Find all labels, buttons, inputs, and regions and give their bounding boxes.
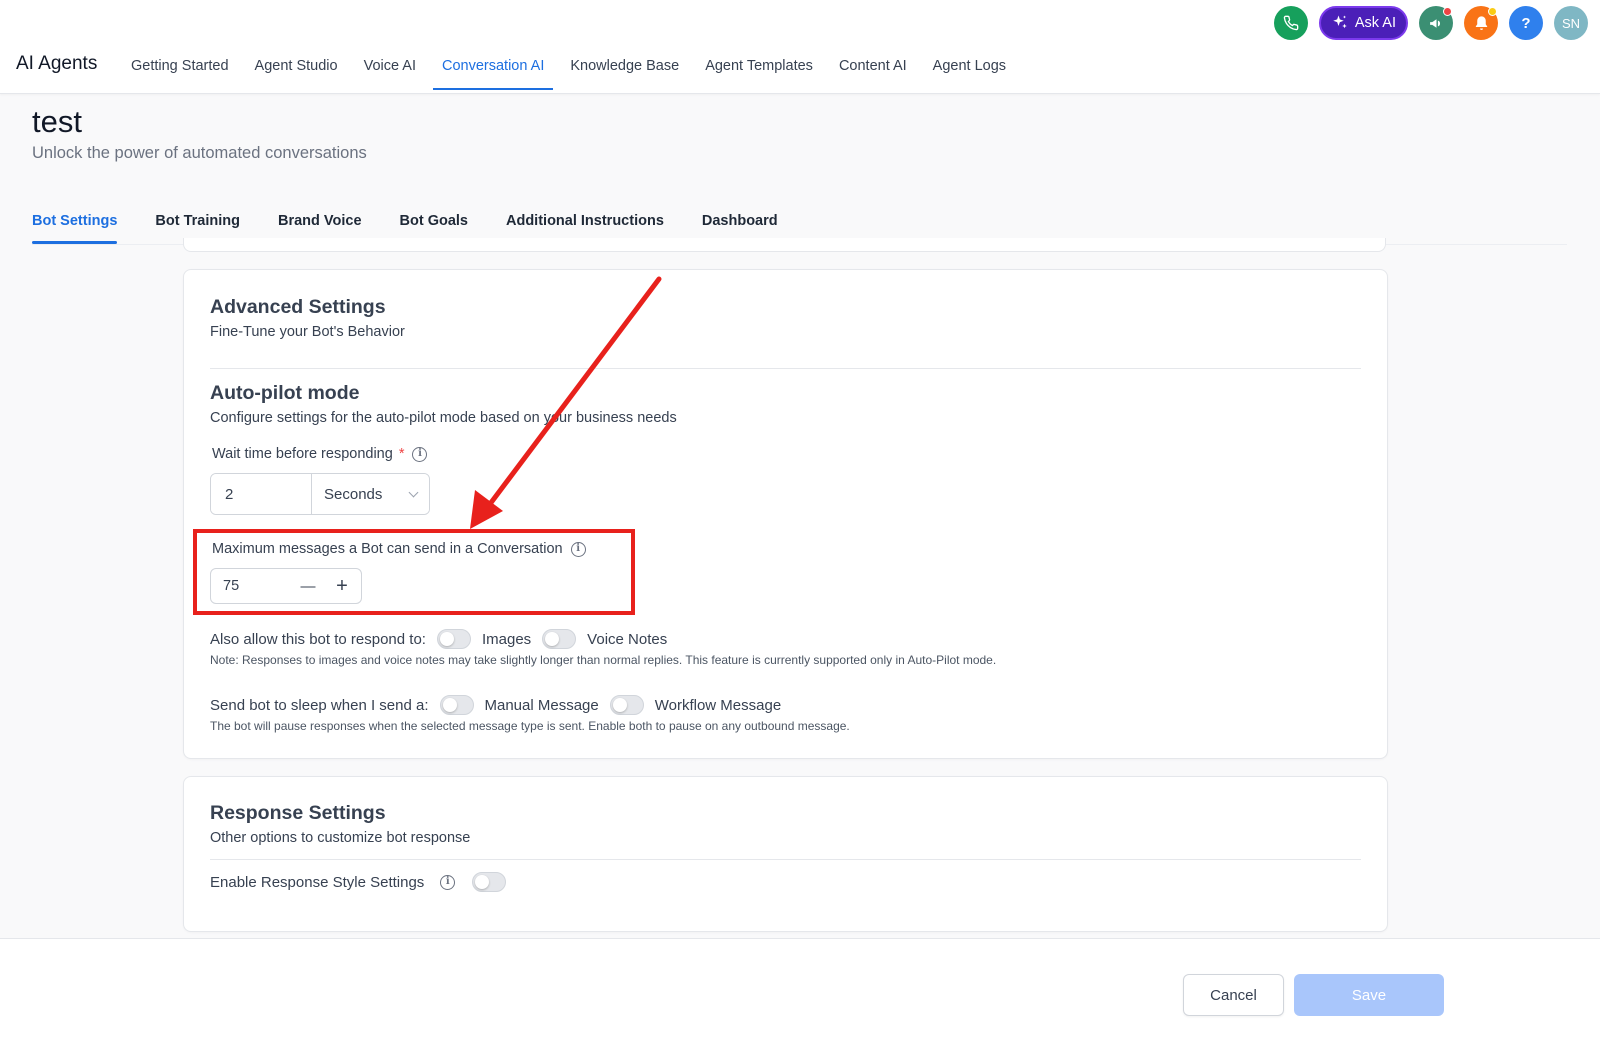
wait-time-group: Seconds (210, 473, 430, 515)
minus-icon: — (300, 577, 316, 595)
response-style-toggle[interactable] (472, 872, 507, 892)
images-toggle[interactable] (436, 629, 471, 649)
avatar[interactable]: SN (1554, 6, 1588, 40)
wait-time-unit-value: Seconds (324, 485, 383, 503)
wait-time-input[interactable] (211, 474, 311, 514)
required-mark: * (398, 446, 405, 462)
max-messages-input[interactable] (211, 578, 291, 594)
page-subtitle: Unlock the power of automated conversati… (32, 144, 367, 162)
respond-to-note: Note: Responses to images and voice note… (210, 653, 997, 667)
app-title: AI Agents (16, 53, 98, 74)
images-label: Images (481, 630, 532, 648)
max-messages-stepper: — + (210, 568, 362, 604)
footer-bar: Cancel Save (0, 938, 1600, 1059)
phone-button[interactable] (1273, 6, 1308, 40)
nav-tab-agent-templates[interactable]: Agent Templates (696, 48, 822, 92)
voice-notes-label: Voice Notes (587, 630, 668, 648)
top-navigation-bar: AI Agents Getting Started Agent Studio V… (0, 0, 1600, 94)
wait-time-unit-select[interactable]: Seconds (311, 474, 429, 514)
section-divider (210, 859, 1361, 860)
page-title: test (32, 104, 82, 139)
notification-badge (1488, 7, 1497, 16)
workflow-message-toggle[interactable] (609, 695, 644, 715)
ask-ai-label: Ask AI (1354, 15, 1396, 31)
info-icon[interactable]: i (440, 874, 456, 890)
advanced-settings-card: Advanced Settings Fine-Tune your Bot's B… (183, 269, 1388, 759)
megaphone-icon (1429, 18, 1440, 28)
ask-ai-button[interactable]: Ask AI (1318, 6, 1408, 40)
save-button[interactable]: Save (1294, 974, 1444, 1016)
header-actions: Ask AI ? SN (1273, 6, 1588, 40)
respond-to-row: Also allow this bot to respond to: Image… (210, 629, 667, 649)
response-settings-card: Response Settings Other options to custo… (183, 776, 1388, 932)
sleep-label: Send bot to sleep when I send a: (210, 696, 429, 714)
increment-button[interactable]: + (325, 569, 359, 603)
max-messages-label: Maximum messages a Bot can send in a Con… (212, 541, 586, 557)
avatar-initials: SN (1561, 15, 1581, 31)
sparkle-icon (1333, 15, 1347, 29)
response-settings-title: Response Settings (210, 802, 386, 824)
announcement-badge (1443, 7, 1452, 16)
sleep-note: The bot will pause responses when the se… (210, 719, 850, 733)
sleep-row: Send bot to sleep when I send a: Manual … (210, 695, 781, 715)
plus-icon: + (336, 574, 348, 597)
nav-tab-getting-started[interactable]: Getting Started (122, 48, 238, 92)
cancel-button[interactable]: Cancel (1183, 974, 1284, 1016)
nav-tab-agent-logs[interactable]: Agent Logs (924, 48, 1015, 92)
advanced-settings-title: Advanced Settings (210, 296, 386, 318)
manual-message-toggle[interactable] (439, 695, 474, 715)
max-messages-label-text: Maximum messages a Bot can send in a Con… (212, 541, 563, 557)
notifications-button[interactable] (1464, 6, 1498, 40)
help-icon: ? (1521, 14, 1531, 32)
main-nav-tabs: Getting Started Agent Studio Voice AI Co… (118, 48, 1019, 92)
advanced-settings-subtitle: Fine-Tune your Bot's Behavior (210, 324, 405, 340)
nav-tab-knowledge-base[interactable]: Knowledge Base (561, 48, 688, 92)
nav-tab-agent-studio[interactable]: Agent Studio (246, 48, 347, 92)
workflow-message-label: Workflow Message (654, 696, 782, 714)
phone-icon (1283, 15, 1299, 31)
manual-message-label: Manual Message (484, 696, 599, 714)
wait-time-label-text: Wait time before responding (212, 446, 393, 462)
previous-card-edge (183, 238, 1386, 252)
info-icon[interactable]: i (412, 446, 428, 462)
decrement-button[interactable]: — (291, 569, 325, 603)
bell-icon (1475, 15, 1487, 30)
chevron-down-icon (408, 487, 419, 497)
announcements-button[interactable] (1419, 6, 1453, 40)
response-style-label: Enable Response Style Settings (210, 873, 425, 891)
response-style-row: Enable Response Style Settings i (210, 872, 517, 892)
autopilot-title: Auto-pilot mode (210, 382, 360, 404)
nav-tab-conversation-ai[interactable]: Conversation AI (432, 48, 554, 92)
respond-to-label: Also allow this bot to respond to: (210, 630, 426, 648)
wait-time-label: Wait time before responding * i (212, 446, 428, 462)
voice-notes-toggle[interactable] (542, 629, 577, 649)
nav-tab-content-ai[interactable]: Content AI (830, 48, 916, 92)
section-divider (210, 368, 1361, 369)
nav-tab-voice-ai[interactable]: Voice AI (355, 48, 425, 92)
autopilot-subtitle: Configure settings for the auto-pilot mo… (210, 410, 677, 426)
info-icon[interactable]: i (570, 541, 586, 557)
response-settings-subtitle: Other options to customize bot response (210, 830, 471, 846)
tab-bot-settings[interactable]: Bot Settings (32, 206, 118, 244)
help-button[interactable]: ? (1509, 6, 1543, 40)
